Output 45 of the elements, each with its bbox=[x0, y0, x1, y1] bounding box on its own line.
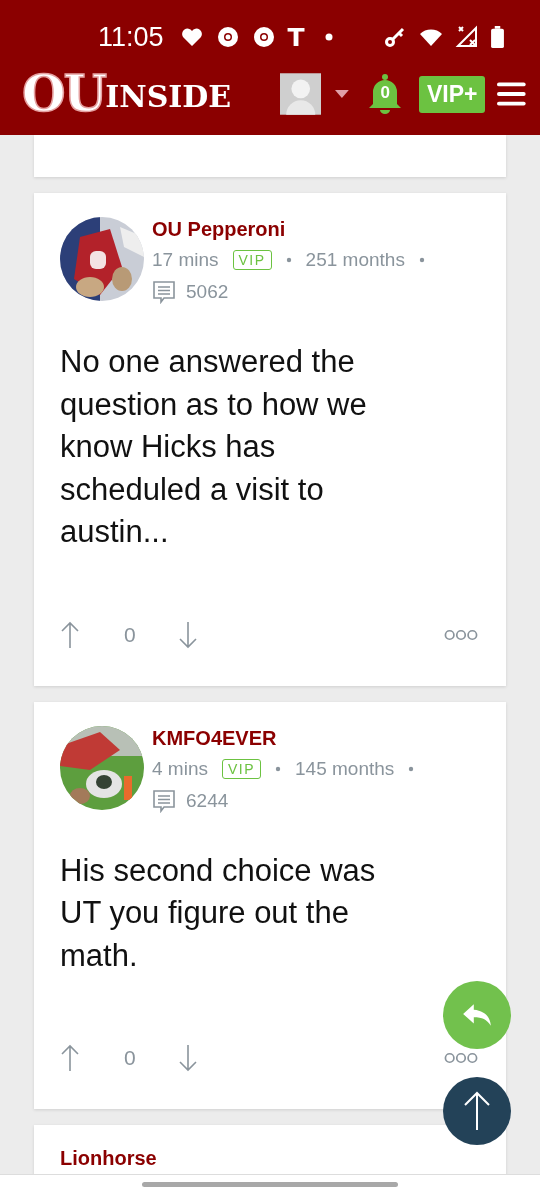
upvote-icon[interactable] bbox=[60, 620, 80, 649]
comment-count: 6244 bbox=[186, 789, 229, 812]
logo-word: INSIDE bbox=[105, 80, 232, 114]
comment-icon bbox=[152, 788, 176, 813]
menu-icon[interactable] bbox=[497, 82, 526, 106]
browser-icon bbox=[251, 25, 276, 49]
key-icon bbox=[383, 25, 407, 49]
status-time: 11:05 bbox=[98, 21, 164, 53]
arrow-up-icon bbox=[462, 1091, 492, 1131]
battery-icon bbox=[491, 26, 504, 48]
notification-icon: T bbox=[287, 22, 305, 52]
browser-icon bbox=[215, 25, 240, 49]
dot-icon bbox=[408, 765, 415, 772]
bell-icon bbox=[367, 74, 404, 114]
more-options-icon[interactable] bbox=[444, 628, 478, 641]
post-text: His second choice was UT you figure out the math. bbox=[60, 851, 377, 975]
comment-count: 5062 bbox=[186, 281, 229, 303]
post-time: 4 mins bbox=[152, 757, 208, 780]
site-logo[interactable]: OUINSIDE bbox=[22, 68, 264, 120]
vote-score: 0 bbox=[124, 622, 136, 647]
downvote-icon[interactable] bbox=[177, 620, 198, 649]
member-tenure: 145 months bbox=[295, 757, 395, 780]
author-name[interactable]: KMFO4EVER bbox=[152, 726, 277, 750]
member-tenure: 251 months bbox=[305, 249, 405, 271]
dot-icon bbox=[324, 33, 333, 41]
author-name[interactable]: OU Pepperoni bbox=[152, 218, 286, 241]
downvote-icon[interactable] bbox=[177, 1044, 198, 1072]
upvote-icon[interactable] bbox=[60, 1044, 80, 1072]
dot-icon bbox=[418, 257, 425, 263]
reply-icon bbox=[461, 1002, 493, 1028]
user-avatar-icon[interactable] bbox=[279, 73, 322, 115]
comment-icon bbox=[152, 280, 176, 304]
caret-icon[interactable] bbox=[335, 90, 350, 98]
dot-icon bbox=[285, 257, 292, 263]
dot-icon bbox=[275, 765, 282, 772]
vote-score: 0 bbox=[124, 1046, 136, 1070]
vip-badge: VIP bbox=[232, 250, 272, 270]
vip-badge: VIP bbox=[221, 758, 262, 779]
signal-icon bbox=[455, 25, 479, 49]
author-name[interactable]: Lionhorse bbox=[60, 1147, 157, 1169]
more-options-icon[interactable] bbox=[444, 1052, 478, 1064]
post-text: No one answered the question as to how we know Hicks has scheduled a visit to austin... bbox=[60, 343, 368, 551]
post-time: 17 mins bbox=[152, 249, 219, 271]
notification-count: 0 bbox=[379, 83, 391, 103]
logo-initials: OU bbox=[22, 68, 106, 120]
